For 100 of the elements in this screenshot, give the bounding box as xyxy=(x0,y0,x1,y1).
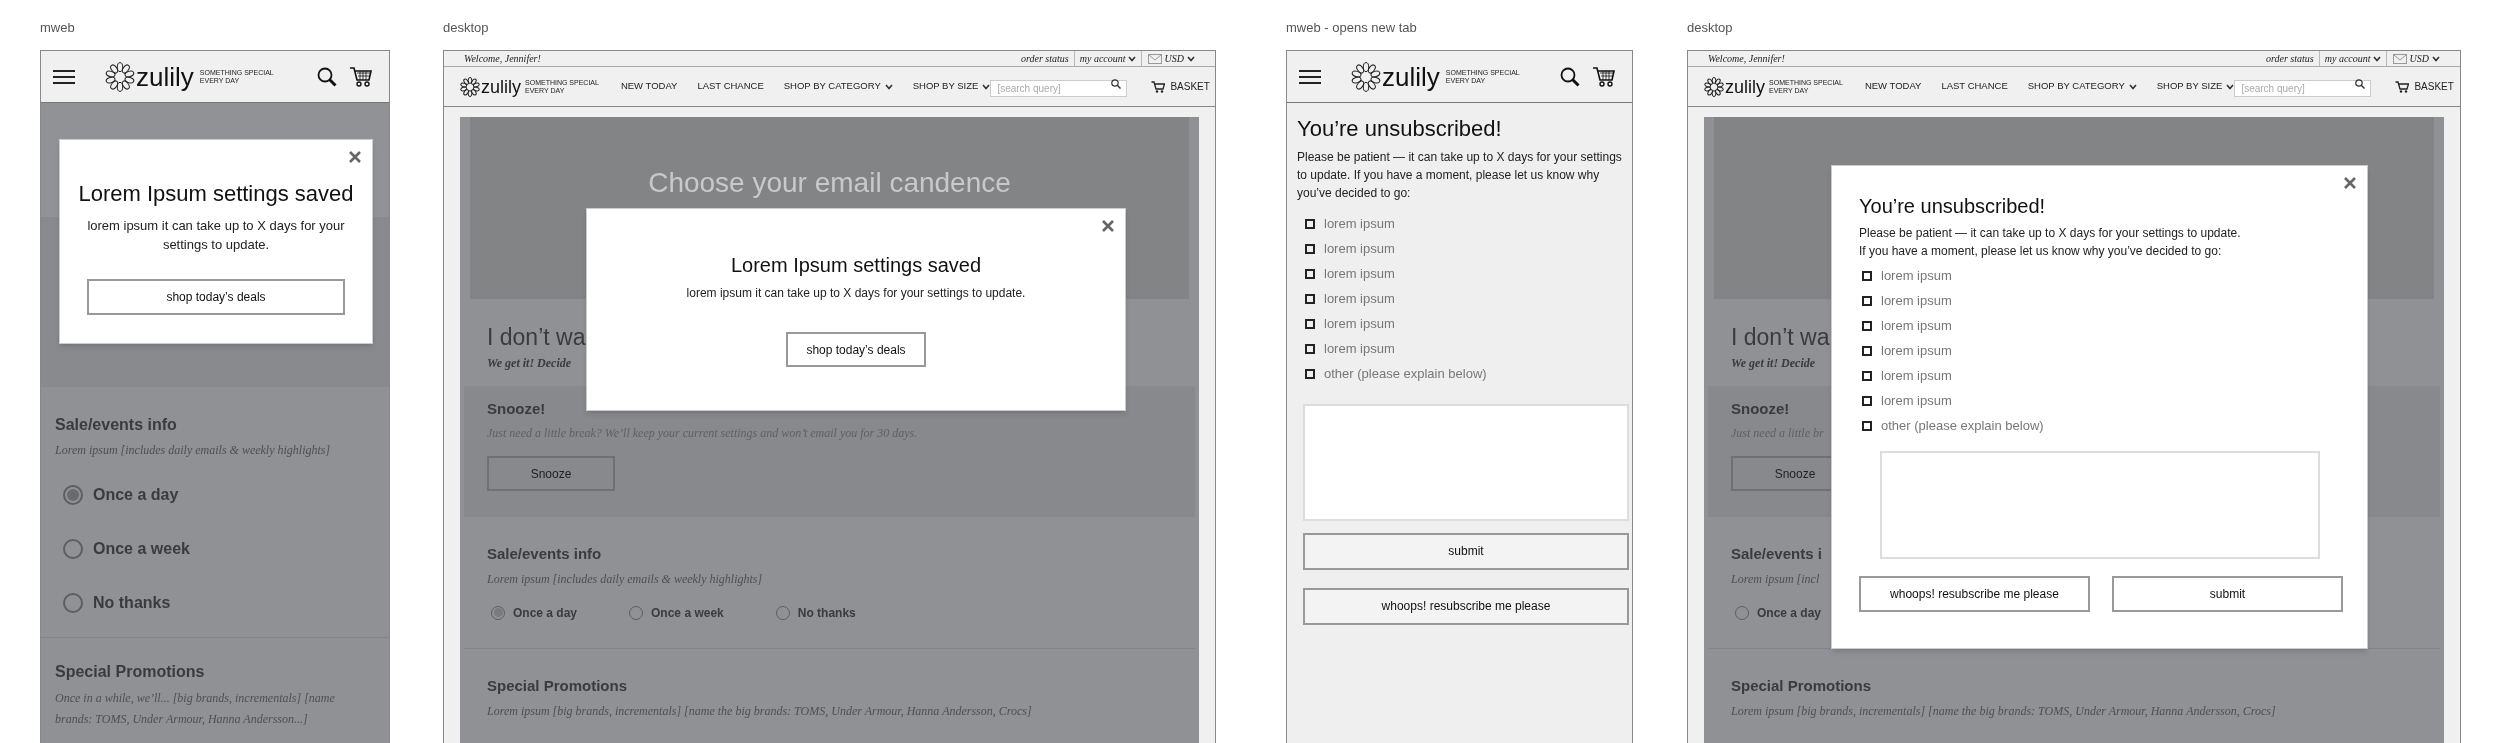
modal-text: lorem ipsum it can take up to X days for your settings to update. xyxy=(86,216,346,254)
checkbox[interactable] xyxy=(1862,396,1872,406)
radio-label: Once a day xyxy=(93,485,179,505)
checkbox-label: lorem ipsum xyxy=(1881,267,1952,286)
radio-button[interactable] xyxy=(63,539,83,559)
radio-label: Once a week xyxy=(651,604,724,622)
section-heading: Special Promotions xyxy=(55,662,205,682)
modal-text: lorem ipsum it can take up to X days for your settings to update. xyxy=(686,285,1026,302)
radio-button[interactable] xyxy=(63,593,83,613)
checkbox-label: lorem ipsum xyxy=(1881,367,1952,386)
section-description: Lorem ipsum [includes daily emails & weekly highlights] xyxy=(487,570,763,588)
logo[interactable]: zulily xyxy=(481,77,521,96)
chevron-icon xyxy=(2226,83,2235,90)
section-heading: Snooze! xyxy=(487,398,546,419)
currency-selector[interactable]: USD xyxy=(1140,51,1195,66)
checkbox-label: other (please explain below) xyxy=(1324,364,1487,383)
chevron-icon xyxy=(2432,55,2440,62)
form-title: You’re unsubscribed! xyxy=(1859,194,2046,219)
checkbox[interactable] xyxy=(1862,421,1872,431)
form-text: Please be patient — it can take up to X days for your settings to update. If you have a moment, please let us know why you’ve decided to go: xyxy=(1297,148,1622,202)
basket-link[interactable]: BASKET xyxy=(1151,79,1210,94)
checkbox[interactable] xyxy=(1305,243,1315,254)
menu-icon xyxy=(53,69,75,84)
radio-label: No thanks xyxy=(93,593,171,613)
cart-icon xyxy=(1151,80,1166,93)
section-description: Lorem ipsum [includes daily emails & weekly highlights] xyxy=(55,442,331,459)
chevron-icon xyxy=(2372,55,2381,62)
search-field[interactable]: [search query] xyxy=(2234,79,2372,97)
checkbox-label: lorem ipsum xyxy=(1324,214,1395,233)
nav-link[interactable]: SHOP BY CATEGORY xyxy=(783,79,893,94)
checkbox-label: lorem ipsum xyxy=(1324,314,1395,333)
shop-deals-button[interactable]: shop today’s deals xyxy=(87,278,345,315)
close-icon xyxy=(2343,176,2357,190)
checkbox[interactable] xyxy=(1305,218,1315,229)
section-heading: Snooze! xyxy=(1731,398,1790,419)
logo[interactable]: zulily xyxy=(1725,77,1765,96)
search-field[interactable]: [search query] xyxy=(990,79,1128,97)
nav-link[interactable]: SHOP BY SIZE xyxy=(2156,79,2235,94)
basket-link[interactable]: BASKET xyxy=(2395,79,2454,94)
form-button[interactable]: submit xyxy=(2112,576,2343,612)
checkbox-label: lorem ipsum xyxy=(1881,317,1952,336)
checkbox[interactable] xyxy=(1305,268,1315,279)
panel-caption: desktop xyxy=(1687,19,1734,37)
account-link[interactable]: my account xyxy=(2318,51,2386,66)
currency-selector[interactable]: USD xyxy=(2385,51,2440,66)
flower-icon xyxy=(105,61,135,92)
account-link[interactable]: my account xyxy=(1073,51,1141,66)
section-description: Lorem ipsum [big brands, incrementals] [name the big brands: TOMS, Under Armour, Hanna Andersson, Crocs] xyxy=(487,703,1032,721)
flower-icon xyxy=(1351,61,1381,92)
envelope-icon xyxy=(1147,53,1162,64)
flower-icon xyxy=(1704,76,1724,97)
checkbox-label: lorem ipsum xyxy=(1881,292,1952,311)
nav-link[interactable]: SHOP BY SIZE xyxy=(912,79,991,94)
welcome-text: Welcome, Jennifer! xyxy=(464,52,541,66)
account-link[interactable]: order status xyxy=(2261,51,2319,66)
chevron-icon xyxy=(2128,83,2137,90)
currency-label: USD xyxy=(1164,52,1184,66)
snooze-button[interactable]: Snooze xyxy=(487,456,615,492)
close-icon xyxy=(1101,219,1115,233)
checkbox-label: other (please explain below) xyxy=(1881,417,2044,436)
nav-link[interactable]: LAST CHANCE xyxy=(1941,79,2008,94)
checkbox-label: lorem ipsum xyxy=(1324,264,1395,283)
logo[interactable]: zulily xyxy=(136,63,194,90)
nav-link[interactable]: SHOP BY CATEGORY xyxy=(2027,79,2137,94)
checkbox[interactable] xyxy=(1862,371,1872,381)
nav-link[interactable]: NEW TODAY xyxy=(1864,79,1922,94)
radio-label: No thanks xyxy=(797,604,856,622)
cart-icon xyxy=(1592,65,1616,88)
nav-link[interactable]: LAST CHANCE xyxy=(697,79,764,94)
flower-icon xyxy=(460,76,480,97)
nav-link[interactable]: NEW TODAY xyxy=(620,79,678,94)
checkbox-label: lorem ipsum xyxy=(1324,239,1395,258)
checkbox[interactable] xyxy=(1305,368,1315,379)
account-link[interactable]: order status xyxy=(1016,51,1074,66)
radio-button[interactable] xyxy=(63,485,83,505)
chevron-icon xyxy=(1127,55,1136,62)
search-icon xyxy=(317,66,337,87)
checkbox[interactable] xyxy=(1862,271,1872,281)
close-icon xyxy=(348,150,362,164)
form-button[interactable]: whoops! resubscribe me please xyxy=(1303,587,1629,625)
search-icon xyxy=(1560,66,1580,87)
panel-caption: mweb - opens new tab xyxy=(1286,19,1418,37)
form-button[interactable]: whoops! resubscribe me please xyxy=(1859,576,2090,612)
chevron-icon xyxy=(884,83,893,90)
search-icon xyxy=(1111,78,1122,89)
checkbox[interactable] xyxy=(1862,346,1872,356)
logo[interactable]: zulily xyxy=(1382,63,1440,90)
form-button[interactable]: submit xyxy=(1303,532,1629,570)
currency-label: USD xyxy=(2409,52,2429,66)
cart-icon xyxy=(349,65,373,88)
checkbox[interactable] xyxy=(1862,321,1872,331)
checkbox[interactable] xyxy=(1862,296,1872,306)
checkbox[interactable] xyxy=(1305,318,1315,329)
basket-label: BASKET xyxy=(2414,80,2454,94)
shop-deals-button[interactable]: shop today’s deals xyxy=(786,332,926,367)
form-text: Please be patient — it can take up to X days for your settings to update. If you have a moment, please let us know why you’ve decided to go: xyxy=(1859,225,2241,260)
modal-title: Lorem Ipsum settings saved xyxy=(730,253,982,278)
checkbox[interactable] xyxy=(1305,343,1315,354)
checkbox[interactable] xyxy=(1305,293,1315,304)
section-heading: I don’t wa xyxy=(1731,323,1830,352)
